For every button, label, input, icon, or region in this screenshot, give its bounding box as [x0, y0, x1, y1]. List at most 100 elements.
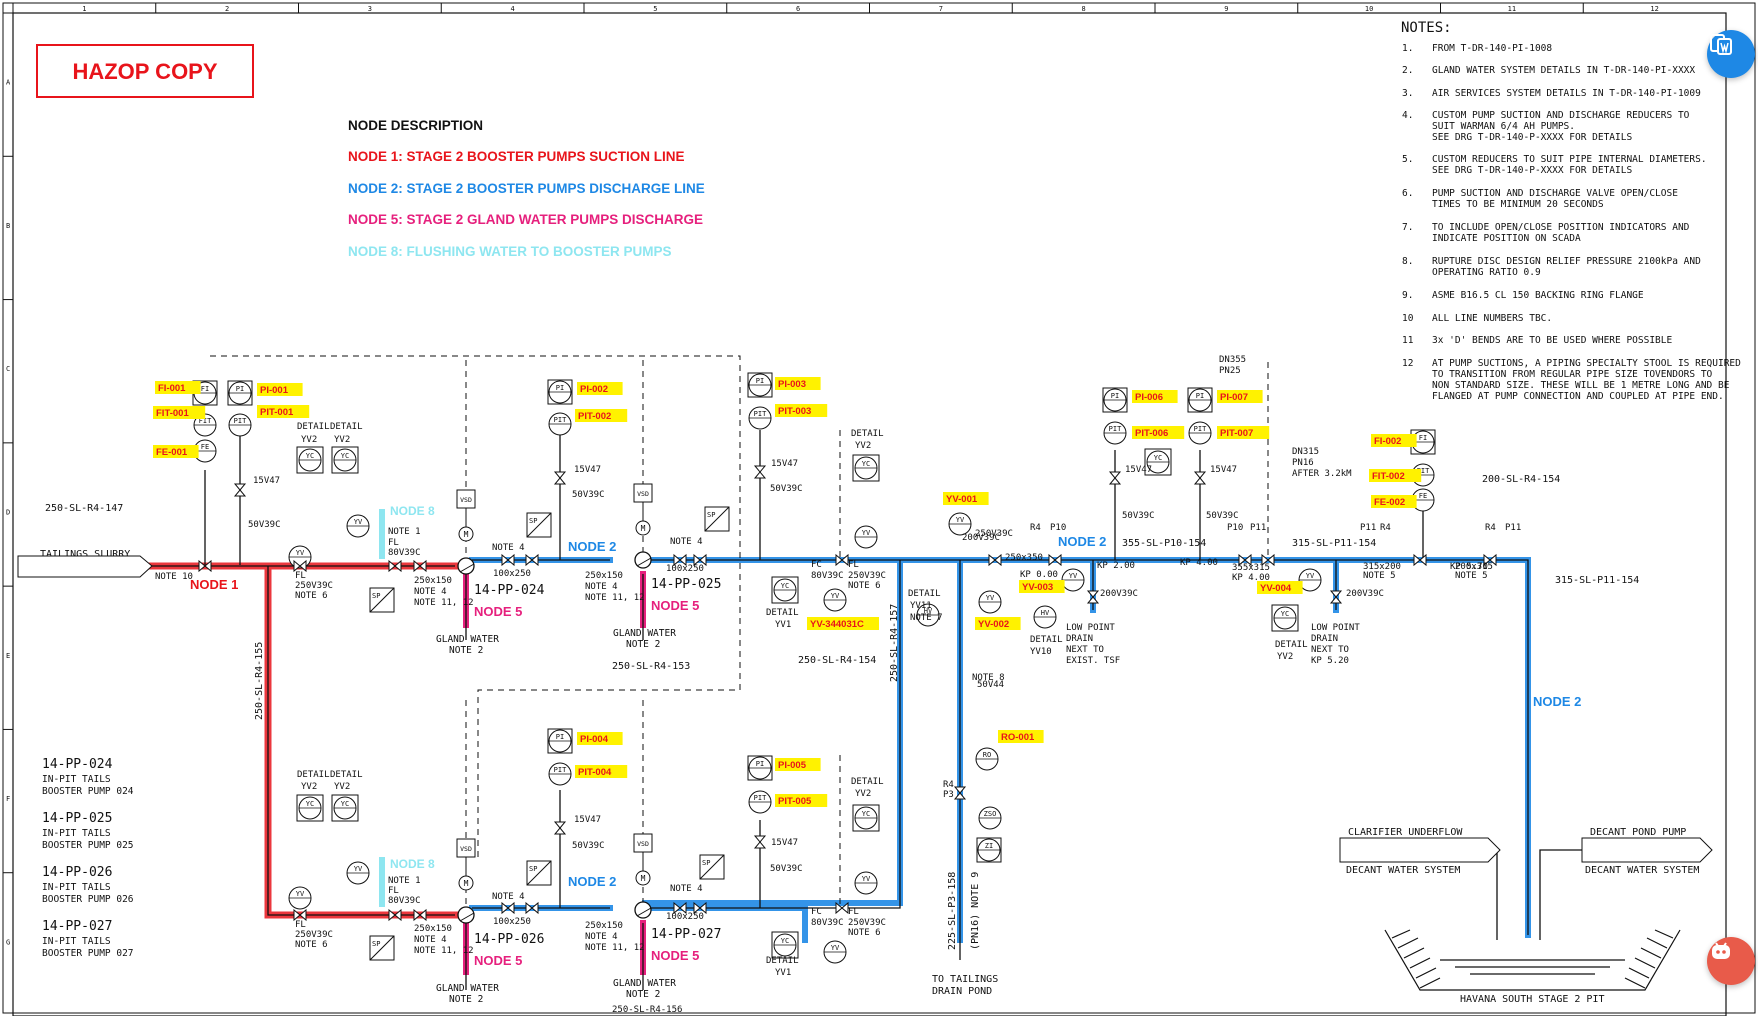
instrument-tag: PIT-005 — [778, 796, 812, 807]
diagram-label: FC — [811, 560, 822, 570]
diagram-label: PN25 — [1219, 366, 1241, 376]
assistant-robot-icon — [1712, 942, 1730, 959]
diagram-label: 15V47 — [771, 838, 798, 848]
diagram-label: YV1 — [775, 620, 791, 630]
diagram-label: NOTE 7 — [910, 613, 943, 623]
pump-tag: 14-PP-027 — [651, 927, 721, 942]
diagram-label: DRAIN — [1311, 634, 1338, 644]
valve-actuator-label: YV — [862, 875, 871, 883]
instrument-tag: PI-006 — [1135, 392, 1163, 403]
grid-column-label: 2 — [225, 5, 229, 13]
note-text: FLANGED AT PUMP CONNECTION AND COUPLED A… — [1432, 391, 1724, 402]
valve-symbol — [753, 465, 767, 479]
node-description-item: NODE 8: FLUSHING WATER TO BOOSTER PUMPS — [348, 244, 672, 259]
diagram-label: 80V39C — [388, 896, 421, 906]
pit-hatch-left — [1391, 929, 1441, 989]
decant-feed-lines — [1445, 849, 1582, 940]
grid-column-label: 12 — [1650, 5, 1658, 13]
assistant-button[interactable] — [1707, 937, 1755, 985]
pump-legend: 14-PP-024IN-PIT TAILSBOOSTER PUMP 02414-… — [42, 757, 134, 959]
gland-water-note: NOTE 2 — [449, 645, 483, 656]
vsd-label: VSD — [460, 496, 472, 504]
instrument-label: FI — [201, 385, 209, 393]
yc-label: YC — [781, 937, 789, 945]
grid-row-label: B — [6, 222, 10, 230]
yc-label: YC — [862, 460, 870, 468]
diagram-label: 15V47 — [1125, 465, 1152, 475]
legend-pump-line2: BOOSTER PUMP 026 — [42, 894, 134, 905]
valve-symbol — [553, 821, 567, 835]
valve-symbol — [525, 901, 539, 915]
diagram-label: YV2 — [334, 782, 350, 792]
node-description-item: NODE 5: STAGE 2 GLAND WATER PUMPS DISCHA… — [348, 212, 703, 227]
valve-actuator-label: YV — [862, 529, 871, 537]
note-text: RUPTURE DISC DESIGN RELIEF PRESSURE 2100… — [1432, 256, 1701, 267]
line-number: 250-SL-R4-157 — [889, 604, 900, 682]
flag-title: DECANT POND PUMP — [1590, 827, 1686, 838]
instrument-tag: FE-001 — [156, 447, 188, 458]
diagram-label: NOTE 4 — [492, 892, 525, 902]
instrument-tag: PIT-003 — [778, 406, 811, 417]
valve-symbol — [1108, 471, 1122, 485]
grid-column-label: 10 — [1365, 5, 1373, 13]
instrument-tag: PIT-006 — [1135, 428, 1168, 439]
note-text: 3x 'D' BENDS ARE TO BE USED WHERE POSSIB… — [1432, 335, 1672, 346]
line-number: 315-SL-P11-154 — [1292, 538, 1376, 549]
decant-flag — [1581, 837, 1713, 863]
node-description-heading: NODE DESCRIPTION — [348, 118, 483, 133]
valve-actuator-label: YV — [296, 890, 305, 898]
valve-symbol — [525, 553, 539, 567]
translate-button[interactable] — [1707, 30, 1755, 78]
instrument-tag: PIT-002 — [578, 411, 611, 422]
instrument-tag: RO-001 — [1001, 732, 1035, 743]
legend-pump-tag: 14-PP-026 — [42, 865, 112, 880]
diagram-label: KP 4.00 — [1232, 573, 1270, 583]
node5-label: NODE 5 — [474, 953, 522, 968]
clarifier-flag — [1339, 837, 1501, 863]
diagram-label: 15V47 — [574, 465, 601, 475]
node8-label: NODE 8 — [390, 857, 435, 871]
line-number: 250-SL-R4-154 — [798, 655, 876, 666]
note-number: 3. — [1402, 88, 1413, 99]
diagram-label: DETAIL — [766, 608, 799, 618]
note-number: 1. — [1402, 43, 1413, 54]
instrument-tag: FE-002 — [1374, 497, 1405, 508]
instrument-label: PI — [756, 760, 764, 768]
line-number: 250-SL-R4-153 — [612, 661, 690, 672]
note-text: SUIT WARMAN 6/4 AH PUMPS. — [1432, 121, 1575, 132]
line-number: 200-SL-R4-154 — [1482, 474, 1560, 485]
diagram-label: FL — [295, 920, 306, 930]
diagram-label: FL — [295, 571, 306, 581]
diagram-label: NOTE 1 — [388, 876, 421, 886]
line-number: 355-SL-P10-154 — [1122, 538, 1206, 549]
diagram-label: 250x150 — [414, 576, 452, 586]
valve-symbol — [988, 553, 1002, 567]
diagram-label: 250V39C — [295, 581, 333, 591]
instrument-tag: FI-001 — [158, 383, 186, 394]
diagram-label: P11 — [1505, 523, 1521, 533]
pit-water-level — [1440, 959, 1625, 975]
instrument-tag: FI-002 — [1374, 436, 1401, 447]
note-text: OPERATING RATIO 0.9 — [1432, 267, 1541, 278]
valve-symbol — [1048, 553, 1062, 567]
sample-point-label: SP — [372, 592, 380, 600]
note-text: PUMP SUCTION AND DISCHARGE VALVE OPEN/CL… — [1432, 188, 1678, 199]
diagram-label: NOTE 6 — [295, 591, 328, 601]
diagram-label: 355x315 — [1232, 563, 1270, 573]
tailings-flag — [17, 555, 153, 578]
diagram-label: 15V47 — [574, 815, 601, 825]
diagram-label: NOTE 4 — [670, 537, 703, 547]
diagram-label: DETAIL — [330, 770, 363, 780]
diagram-label: PN16 — [1292, 458, 1314, 468]
diagram-label: 250V39C — [848, 918, 886, 928]
instrument-label: PIT — [554, 416, 567, 424]
diagram-label: 100x250 — [493, 569, 531, 579]
instrument-tag: YV-004 — [1260, 583, 1292, 594]
grid-column-label: 1 — [82, 5, 86, 13]
gland-water-note: NOTE 2 — [626, 639, 660, 650]
diagram-label: YV2 — [1277, 652, 1293, 662]
yc-label: YC — [306, 452, 314, 460]
legend-pump-line1: IN-PIT TAILS — [42, 774, 111, 785]
diagram-label: NOTE 5 — [1455, 571, 1488, 581]
diagram-label: 50V39C — [248, 520, 281, 530]
